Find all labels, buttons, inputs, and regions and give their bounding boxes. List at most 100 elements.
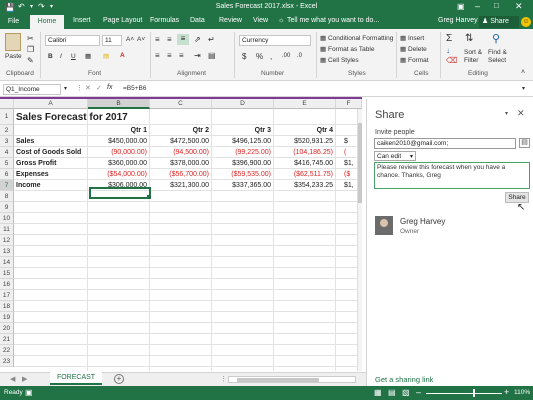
bottom-align-icon[interactable]: ≡ — [177, 34, 189, 45]
cell-styles-button[interactable]: ▦ Cell Styles — [320, 56, 359, 64]
row-header[interactable]: 7 — [0, 180, 14, 191]
invite-email-field[interactable]: caiken2010@gmail.com; — [374, 138, 516, 149]
vertical-scrollbar[interactable] — [357, 109, 362, 371]
row-header[interactable]: 6 — [0, 169, 14, 180]
clear-icon[interactable]: ⌫ — [446, 56, 457, 65]
tab-review[interactable]: Review — [219, 17, 242, 24]
value-cell[interactable]: $321,300.00 — [150, 182, 209, 189]
permission-dropdown[interactable]: Can edit ▾ — [374, 151, 416, 161]
row-header[interactable]: 12 — [0, 235, 14, 246]
column-header[interactable]: B — [88, 99, 150, 109]
row-header[interactable]: 10 — [0, 213, 14, 224]
column-header[interactable]: D — [212, 99, 274, 109]
horizontal-scroll-thumb[interactable] — [237, 378, 319, 382]
find-label[interactable]: Find & — [488, 49, 507, 56]
value-cell[interactable]: $337,365.00 — [212, 182, 271, 189]
page-break-view-icon[interactable]: ▧ — [402, 388, 410, 397]
row-header[interactable]: 14 — [0, 257, 14, 268]
column-header[interactable]: F — [336, 99, 362, 109]
orientation-icon[interactable]: ⇗ — [194, 35, 201, 44]
row-label-cell[interactable]: Sales — [16, 138, 34, 145]
column-header[interactable]: A — [14, 99, 88, 109]
tell-me-box[interactable]: Tell me what you want to do... — [287, 17, 379, 24]
row-header[interactable]: 5 — [0, 158, 14, 169]
row-header[interactable]: 1 — [0, 109, 14, 125]
font-color-icon[interactable]: A — [120, 52, 125, 59]
row-header[interactable]: 9 — [0, 202, 14, 213]
tab-home[interactable]: Home — [30, 15, 64, 29]
worksheet-grid[interactable]: ABCDEF 1 2 3 4 5 6 7 8 9 10 11 12 13 14 15 16 17 18 19 20 21… — [0, 99, 362, 371]
paste-icon[interactable] — [5, 33, 21, 51]
bold-icon[interactable]: B — [48, 53, 53, 60]
select-label[interactable]: Select — [488, 57, 506, 64]
scroll-sheets-right-icon[interactable]: ▶ — [22, 375, 27, 383]
value-cell[interactable]: $450,000.00 — [88, 138, 147, 145]
value-cell[interactable]: $396,900.00 — [212, 160, 271, 167]
expand-formula-bar-icon[interactable]: ▾ — [522, 85, 525, 92]
zoom-slider[interactable] — [426, 393, 502, 394]
insert-function-icon[interactable]: fx — [107, 84, 112, 91]
format-cells-button[interactable]: ▦ Format — [400, 56, 429, 64]
accounting-format-icon[interactable]: $ — [242, 52, 246, 61]
enter-entry-icon[interactable]: ✓ — [96, 84, 102, 92]
close-pane-icon[interactable]: ✕ — [517, 108, 525, 119]
tab-insert[interactable]: Insert — [73, 17, 91, 24]
tab-page-layout[interactable]: Page Layout — [103, 17, 142, 24]
increase-font-icon[interactable]: A˄ — [126, 36, 134, 43]
overflow-cell[interactable]: $ — [344, 138, 348, 145]
row-header[interactable]: 21 — [0, 334, 14, 345]
horizontal-scrollbar[interactable] — [228, 376, 356, 383]
format-as-table-button[interactable]: ▦ Format as Table — [320, 45, 374, 53]
value-cell[interactable]: $354,233.25 — [274, 182, 333, 189]
value-cell[interactable]: $520,931.25 — [274, 138, 333, 145]
zoom-in-icon[interactable]: + — [504, 387, 509, 397]
macro-record-icon[interactable]: ▣ — [25, 388, 33, 397]
value-cell[interactable]: $496,125.00 — [212, 138, 271, 145]
number-format-box[interactable]: Currency — [239, 35, 311, 46]
share-button-top[interactable]: ♟ Share — [479, 16, 519, 28]
row-header[interactable]: 11 — [0, 224, 14, 235]
row-header[interactable]: 16 — [0, 279, 14, 290]
row-label-cell[interactable]: Gross Profit — [16, 160, 56, 167]
row-header[interactable]: 18 — [0, 301, 14, 312]
sheet-title-cell[interactable]: Sales Forecast for 2017 — [16, 112, 128, 123]
font-name-box[interactable]: Calibri — [45, 35, 100, 46]
row-header[interactable]: 2 — [0, 125, 14, 136]
value-cell[interactable]: $378,000.00 — [150, 160, 209, 167]
maximize-button[interactable]: □ — [494, 1, 499, 10]
sort-filter-icon[interactable]: ⇅ — [465, 33, 473, 44]
quarter-header-cell[interactable]: Qtr 4 — [274, 127, 333, 134]
value-cell[interactable]: (94,500.00) — [150, 149, 209, 156]
row-label-cell[interactable]: Cost of Goods Sold — [16, 149, 81, 156]
select-all-corner[interactable] — [0, 99, 14, 109]
middle-align-icon[interactable]: ≡ — [167, 35, 172, 44]
value-cell[interactable]: ($54,000.00) — [88, 171, 147, 178]
zoom-slider-thumb[interactable] — [473, 389, 475, 397]
overflow-cell[interactable]: ($ — [344, 171, 350, 178]
column-header[interactable]: C — [150, 99, 212, 109]
page-layout-view-icon[interactable]: ▤ — [388, 388, 396, 397]
font-size-box[interactable]: 11 — [102, 35, 122, 46]
decrease-font-icon[interactable]: A˅ — [137, 36, 145, 43]
row-label-cell[interactable]: Income — [16, 182, 41, 189]
value-cell[interactable]: $472,500.00 — [150, 138, 209, 145]
column-header[interactable]: E — [274, 99, 336, 109]
value-cell[interactable]: ($56,700.00) — [150, 171, 209, 178]
row-header[interactable]: 4 — [0, 147, 14, 158]
format-painter-icon[interactable]: ✎ — [27, 56, 34, 65]
decrease-decimal-icon[interactable]: .0 — [297, 53, 302, 59]
minimize-button[interactable]: – — [475, 1, 480, 11]
sort-label[interactable]: Sort & — [464, 49, 482, 56]
copy-icon[interactable]: ❐ — [27, 45, 34, 54]
zoom-level[interactable]: 110% — [514, 389, 530, 396]
align-center-icon[interactable]: ≡ — [167, 51, 172, 60]
collapse-ribbon-icon[interactable]: ˄ — [521, 69, 525, 76]
normal-view-icon[interactable]: ▦ — [374, 388, 382, 397]
close-button[interactable]: ✕ — [515, 1, 523, 12]
percent-icon[interactable]: % — [256, 52, 263, 61]
vertical-scroll-thumb[interactable] — [358, 123, 362, 203]
row-header[interactable]: 17 — [0, 290, 14, 301]
overflow-cell[interactable]: $1, — [344, 182, 354, 189]
quarter-header-cell[interactable]: Qtr 2 — [150, 127, 209, 134]
sheet-tab-forecast[interactable]: FORECAST — [50, 372, 102, 385]
